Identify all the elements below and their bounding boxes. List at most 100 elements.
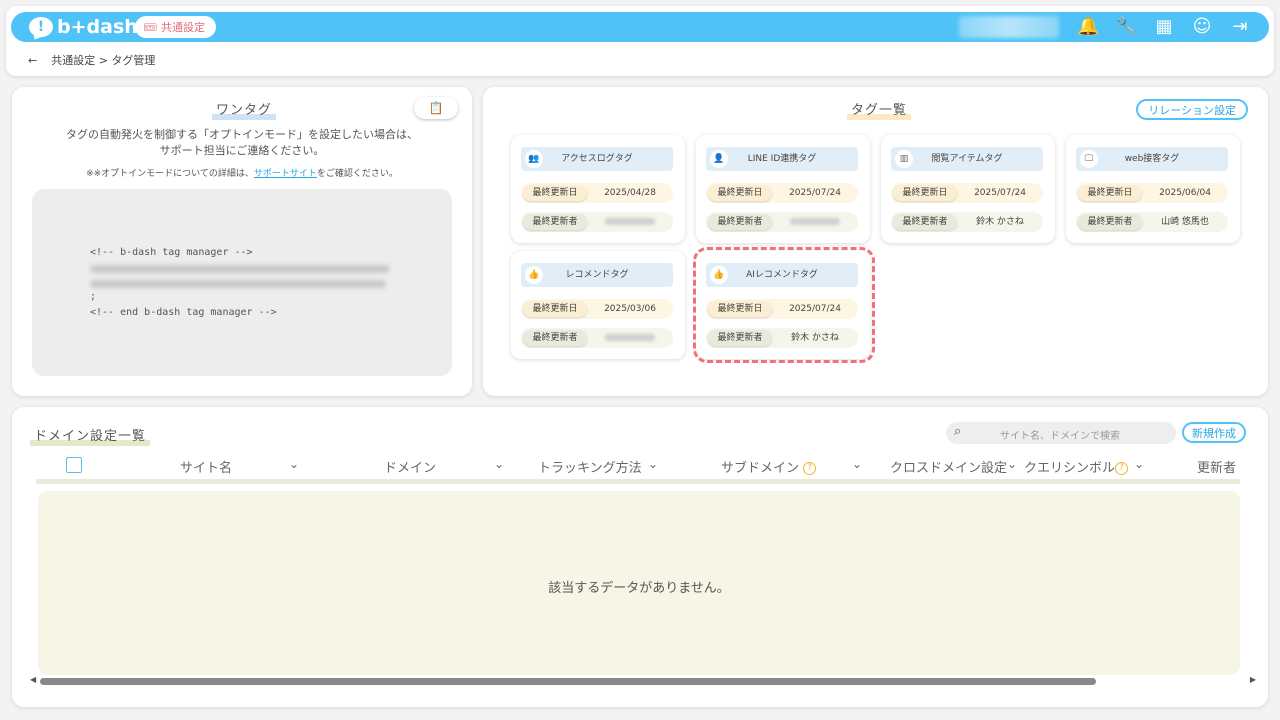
chevron-down-icon[interactable]: ⌄ [494,457,504,471]
user-info-blurred [959,16,1059,38]
onetag-title: ワンタグ [212,99,277,120]
onetag-note: ※※オプトインモードについての詳細は、サポートサイトをご確認ください。 [86,169,398,179]
tag-card-viewed-item[interactable]: ▥ 閲覧アイテムタグ 最終更新日 2025/07/24 最終更新者 鈴木 かさね [881,135,1055,243]
domain-card: ドメイン設定一覧 ⌕ サイト名、ドメインで検索 新規作成 サイト名 ⌄ ドメイン… [12,407,1268,707]
support-icon[interactable]: ☺ [1191,15,1213,39]
tag-card-access-log[interactable]: 👥 アクセスログタグ 最終更新日 2025/04/28 最終更新者 [511,135,685,243]
date-label: 最終更新日 [523,185,587,201]
new-create-button[interactable]: 新規作成 [1182,422,1246,443]
select-all-checkbox[interactable] [66,457,82,473]
col-querysymbol[interactable]: クエリシンボル? [1024,457,1129,476]
taglist-title: タグ一覧 [847,99,912,120]
user-label: 最終更新者 [523,330,587,346]
breadcrumb-path: 共通設定 > タグ管理 [51,54,156,67]
logo-text: b+dash [57,16,138,38]
user-label: 最終更新者 [523,214,587,230]
col-subdomain[interactable]: サブドメイン ? [721,457,817,476]
search-placeholder: サイト名、ドメインで検索 [1000,431,1120,442]
person-icon: 👤 [710,150,728,168]
header-icons: 🔔 🔧 ▦ ☺ ⇥ [1077,15,1251,39]
search-icon: ⌕ [954,424,962,439]
horizontal-scrollbar[interactable]: ◀ ▶ [30,675,1256,685]
code-semicolon: ; [90,291,97,302]
thumbs-up-icon: 👍 [525,266,543,284]
tag-date: 2025/07/24 [974,188,1026,198]
relation-settings-button[interactable]: リレーション設定 [1136,99,1248,120]
copy-icon: 📋 [428,101,444,115]
common-settings-label: 共通設定 [160,21,205,34]
tag-card-web-service[interactable]: 🖵 web接客タグ 最終更新日 2025/06/04 最終更新者 山崎 悠馬也 [1066,135,1240,243]
user-label: 最終更新者 [1078,214,1142,230]
user-label: 最終更新者 [893,214,957,230]
wrench-icon[interactable]: 🔧 [1115,15,1137,39]
item-icon: ▥ [895,150,913,168]
tag-user: 鈴木 かさね [976,217,1024,227]
tag-user-blurred [605,218,655,225]
logout-icon[interactable]: ⇥ [1229,15,1251,39]
tag-name: レコメンドタグ [565,270,629,280]
tag-code-box[interactable]: <!-- b-dash tag manager --> ; <!-- end b… [32,189,452,376]
tag-date: 2025/04/28 [604,188,656,198]
domain-search[interactable]: ⌕ サイト名、ドメインで検索 [946,422,1176,444]
date-label: 最終更新日 [523,301,587,317]
scroll-thumb[interactable] [40,678,1096,685]
tag-card-recommend[interactable]: 👍 レコメンドタグ 最終更新日 2025/03/06 最終更新者 [511,251,685,359]
breadcrumb: ← 共通設定 > タグ管理 [28,52,155,68]
col-updater[interactable]: 更新者 [1197,457,1236,476]
support-site-link[interactable]: サポートサイト [254,169,317,179]
app-logo[interactable]: ! b+dash [29,16,138,38]
chevron-down-icon[interactable]: ⌄ [852,457,862,471]
taglist-card: タグ一覧 リレーション設定 👥 アクセスログタグ 最終更新日 2025/04/28 … [483,87,1268,396]
tag-name: 閲覧アイテムタグ [931,154,1003,164]
chevron-down-icon[interactable]: ⌄ [1134,457,1144,471]
scroll-left-icon[interactable]: ◀ [30,675,36,684]
common-settings-button[interactable]: 🎟 共通設定 [135,16,216,38]
tag-date: 2025/07/24 [789,188,841,198]
tag-date: 2025/06/04 [1159,188,1211,198]
copy-button[interactable]: 📋 [414,97,458,119]
code-end-line: <!-- end b-dash tag manager --> [90,307,277,318]
onetag-card: ワンタグ 📋 タグの自動発火を制御する「オプトインモード」を設定したい場合は、 … [12,87,472,396]
chevron-down-icon[interactable]: ⌄ [289,457,299,471]
user-label: 最終更新者 [708,214,772,230]
scroll-right-icon[interactable]: ▶ [1250,675,1256,684]
tag-name: web接客タグ [1124,154,1180,164]
date-label: 最終更新日 [893,185,957,201]
col-tracking[interactable]: トラッキング方法 [538,457,642,476]
empty-message: 該当するデータがありません。 [548,581,730,596]
tag-card-line-id[interactable]: 👤 LINE ID連携タグ 最終更新日 2025/07/24 最終更新者 [696,135,870,243]
tag-user-blurred [790,218,840,225]
chevron-down-icon[interactable]: ⌄ [648,457,658,471]
grid-icon[interactable]: ▦ [1153,15,1175,39]
onetag-desc-1: タグの自動発火を制御する「オプトインモード」を設定したい場合は、 [66,128,418,141]
ticket-icon: 🎟 [143,20,157,34]
tag-date: 2025/03/06 [604,304,656,314]
tag-user-blurred [605,334,655,341]
top-bar: ! b+dash 🎟 共通設定 🔔 🔧 ▦ ☺ ⇥ [11,12,1269,42]
chevron-down-icon[interactable]: ⌄ [1007,457,1017,471]
code-blurred-line [90,265,390,273]
col-domain[interactable]: ドメイン [384,457,436,476]
help-icon[interactable]: ? [803,462,817,475]
header-divider [36,479,1240,484]
logo-bubble-icon: ! [29,17,53,37]
tag-name: LINE ID連携タグ [747,154,817,164]
help-icon[interactable]: ? [1115,462,1129,475]
domain-title: ドメイン設定一覧 [30,425,151,446]
date-label: 最終更新日 [1078,185,1142,201]
code-start-line: <!-- b-dash tag manager --> [90,247,253,258]
users-icon: 👥 [525,150,543,168]
col-crossdomain[interactable]: クロスドメイン設定 [890,457,1007,476]
onetag-desc-2: サポート担当にご連絡ください。 [159,144,325,157]
highlight-annotation [693,247,875,363]
monitor-icon: 🖵 [1080,150,1098,168]
col-site-name[interactable]: サイト名 [180,457,232,476]
code-blurred-line [90,280,386,288]
table-body: 該当するデータがありません。 [38,491,1240,675]
bell-icon[interactable]: 🔔 [1077,15,1099,39]
date-label: 最終更新日 [708,185,772,201]
tag-user: 山崎 悠馬也 [1161,217,1209,227]
back-arrow-icon[interactable]: ← [28,54,37,67]
tag-name: アクセスログタグ [561,154,633,164]
header-card: ! b+dash 🎟 共通設定 🔔 🔧 ▦ ☺ ⇥ ← 共通設定 > タグ管理 [6,6,1274,76]
